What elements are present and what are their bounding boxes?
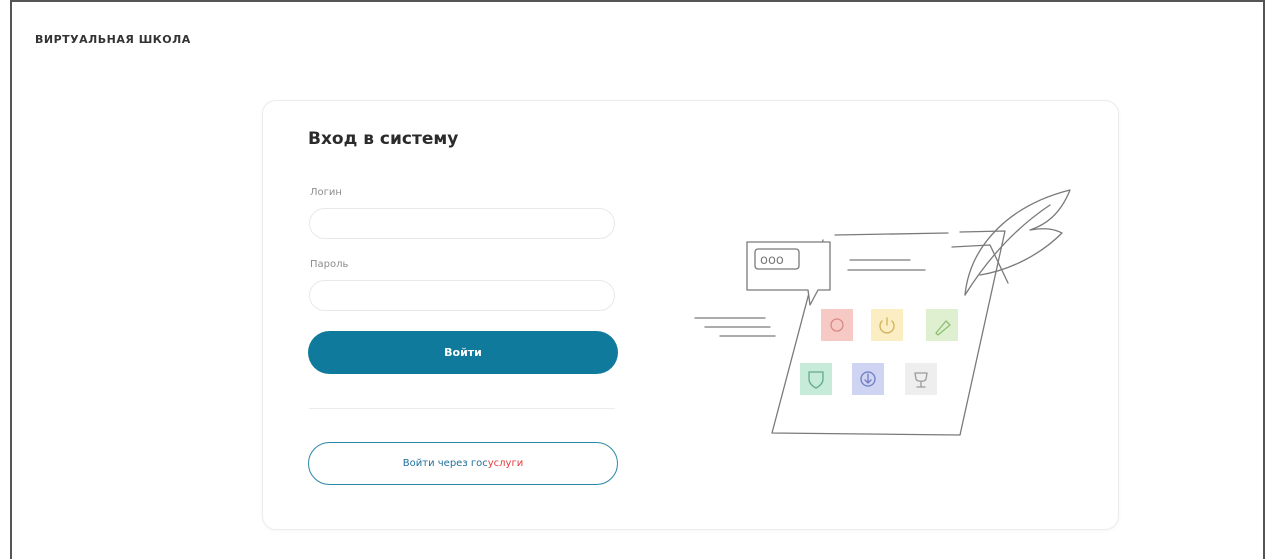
download-icon (852, 363, 884, 395)
chat-bubble-text: ooo (760, 253, 784, 268)
power-icon (871, 309, 903, 341)
page-title: Вход в систему (308, 129, 459, 149)
app-tiles (800, 309, 958, 395)
form-divider (309, 408, 615, 409)
password-input[interactable] (309, 280, 615, 311)
login-button[interactable]: Войти (308, 331, 618, 374)
gosuslugi-label-prefix: Войти через гос (402, 458, 488, 469)
trophy-icon (905, 363, 937, 395)
brand-logo-text[interactable]: ВИРТУАЛЬНАЯ ШКОЛА (35, 33, 191, 46)
gosuslugi-login-button[interactable]: Войти через гос услуги (308, 442, 618, 485)
pin-icon (926, 309, 958, 341)
target-icon (821, 309, 853, 341)
login-illustration: ooo (694, 189, 1071, 436)
shield-icon (800, 363, 832, 395)
feather-icon (964, 189, 1071, 296)
gosuslugi-label-accent: услуги (487, 458, 524, 469)
motion-lines (694, 317, 776, 337)
login-label: Логин (310, 187, 342, 198)
login-input[interactable] (309, 208, 615, 239)
password-label: Пароль (310, 259, 349, 270)
chat-bubble-icon: ooo (746, 241, 831, 306)
